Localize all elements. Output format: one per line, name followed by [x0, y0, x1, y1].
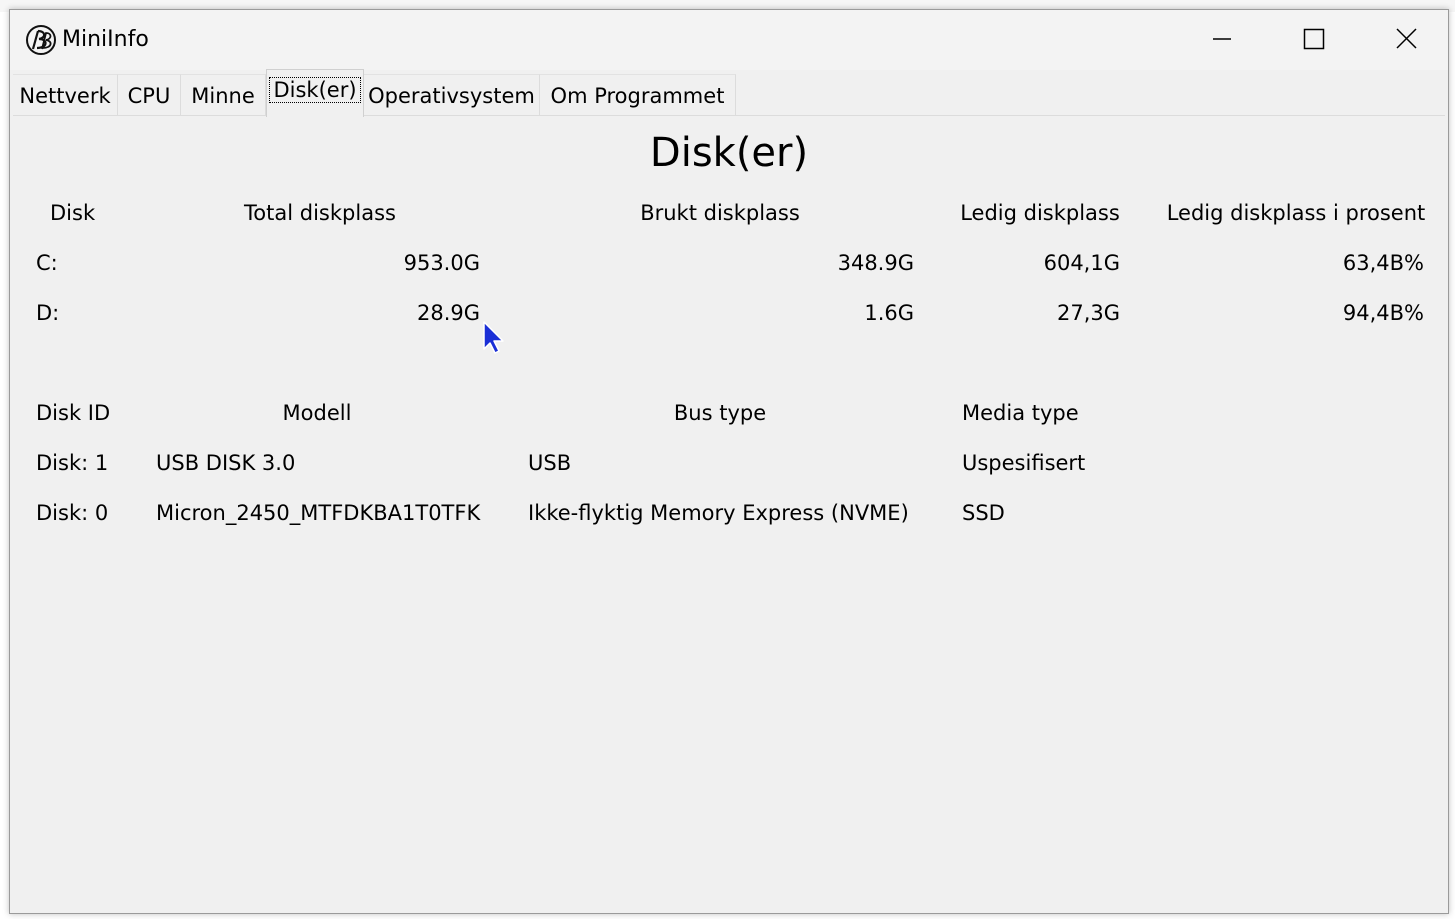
tab-label: Nettverk — [19, 84, 111, 108]
column-header: Ledig diskplass i prosent — [1166, 201, 1426, 225]
table-cell-bus-type: Ikke-flyktig Memory Express (NVME) — [528, 501, 909, 525]
table-cell-free-percent: 63,4B% — [1342, 251, 1424, 275]
close-button[interactable] — [1360, 10, 1448, 68]
column-header: Total diskplass — [244, 201, 396, 225]
close-icon — [1396, 28, 1417, 49]
mouse-cursor-icon — [483, 321, 504, 354]
table-cell-media-type: SSD — [962, 501, 1005, 525]
miniinfo-window: MiniInfo Nettverk CPU Minne Disk(er) Ope… — [9, 9, 1449, 914]
table-cell-disk-id: Disk: 1 — [36, 451, 109, 475]
page-title: Disk(er) — [649, 130, 809, 176]
tab-label: Om Programmet — [550, 84, 725, 108]
tab-label: Operativsystem — [368, 84, 535, 108]
column-header: Disk — [50, 201, 96, 225]
tab-label: Disk(er) — [269, 77, 361, 103]
minimize-button[interactable] — [1176, 10, 1268, 68]
window-title: MiniInfo — [62, 27, 149, 52]
table-cell-used: 348.9G — [837, 251, 914, 275]
minimize-icon — [1213, 38, 1231, 40]
tab-panel-divider — [13, 115, 1445, 116]
table-cell-model: USB DISK 3.0 — [156, 451, 296, 475]
tab-om-programmet[interactable]: Om Programmet — [540, 74, 736, 116]
table-cell-disk: D: — [36, 301, 60, 325]
tab-operativsystem[interactable]: Operativsystem — [364, 74, 540, 116]
table-cell-disk: C: — [36, 251, 58, 275]
tab-disker[interactable]: Disk(er) — [266, 69, 364, 117]
tab-nettverk[interactable]: Nettverk — [13, 74, 118, 116]
column-header: Ledig diskplass — [960, 201, 1120, 225]
tab-minne[interactable]: Minne — [181, 74, 266, 116]
table-cell-total: 953.0G — [403, 251, 480, 275]
table-cell-model: Micron_2450_MTFDKBA1T0TFK — [156, 501, 481, 525]
column-header: Media type — [962, 401, 1079, 425]
tab-cpu[interactable]: CPU — [118, 74, 181, 116]
column-header: Brukt diskplass — [640, 201, 800, 225]
table-cell-free-percent: 94,4B% — [1342, 301, 1424, 325]
maximize-icon — [1303, 28, 1325, 50]
column-header: Modell — [282, 401, 352, 425]
table-cell-bus-type: USB — [528, 451, 572, 475]
table-cell-free: 604,1G — [1043, 251, 1120, 275]
maximize-button[interactable] — [1268, 10, 1360, 68]
column-header: Disk ID — [36, 401, 111, 425]
table-cell-total: 28.9G — [416, 301, 480, 325]
title-bar[interactable]: MiniInfo — [10, 10, 1448, 70]
table-cell-disk-id: Disk: 0 — [36, 501, 109, 525]
tab-label: Minne — [191, 84, 255, 108]
tab-label: CPU — [127, 84, 171, 108]
column-header: Bus type — [673, 401, 767, 425]
table-cell-used: 1.6G — [864, 301, 914, 325]
table-cell-media-type: Uspesifisert — [962, 451, 1086, 475]
table-cell-free: 27,3G — [1056, 301, 1120, 325]
app-logo-icon — [24, 23, 58, 57]
